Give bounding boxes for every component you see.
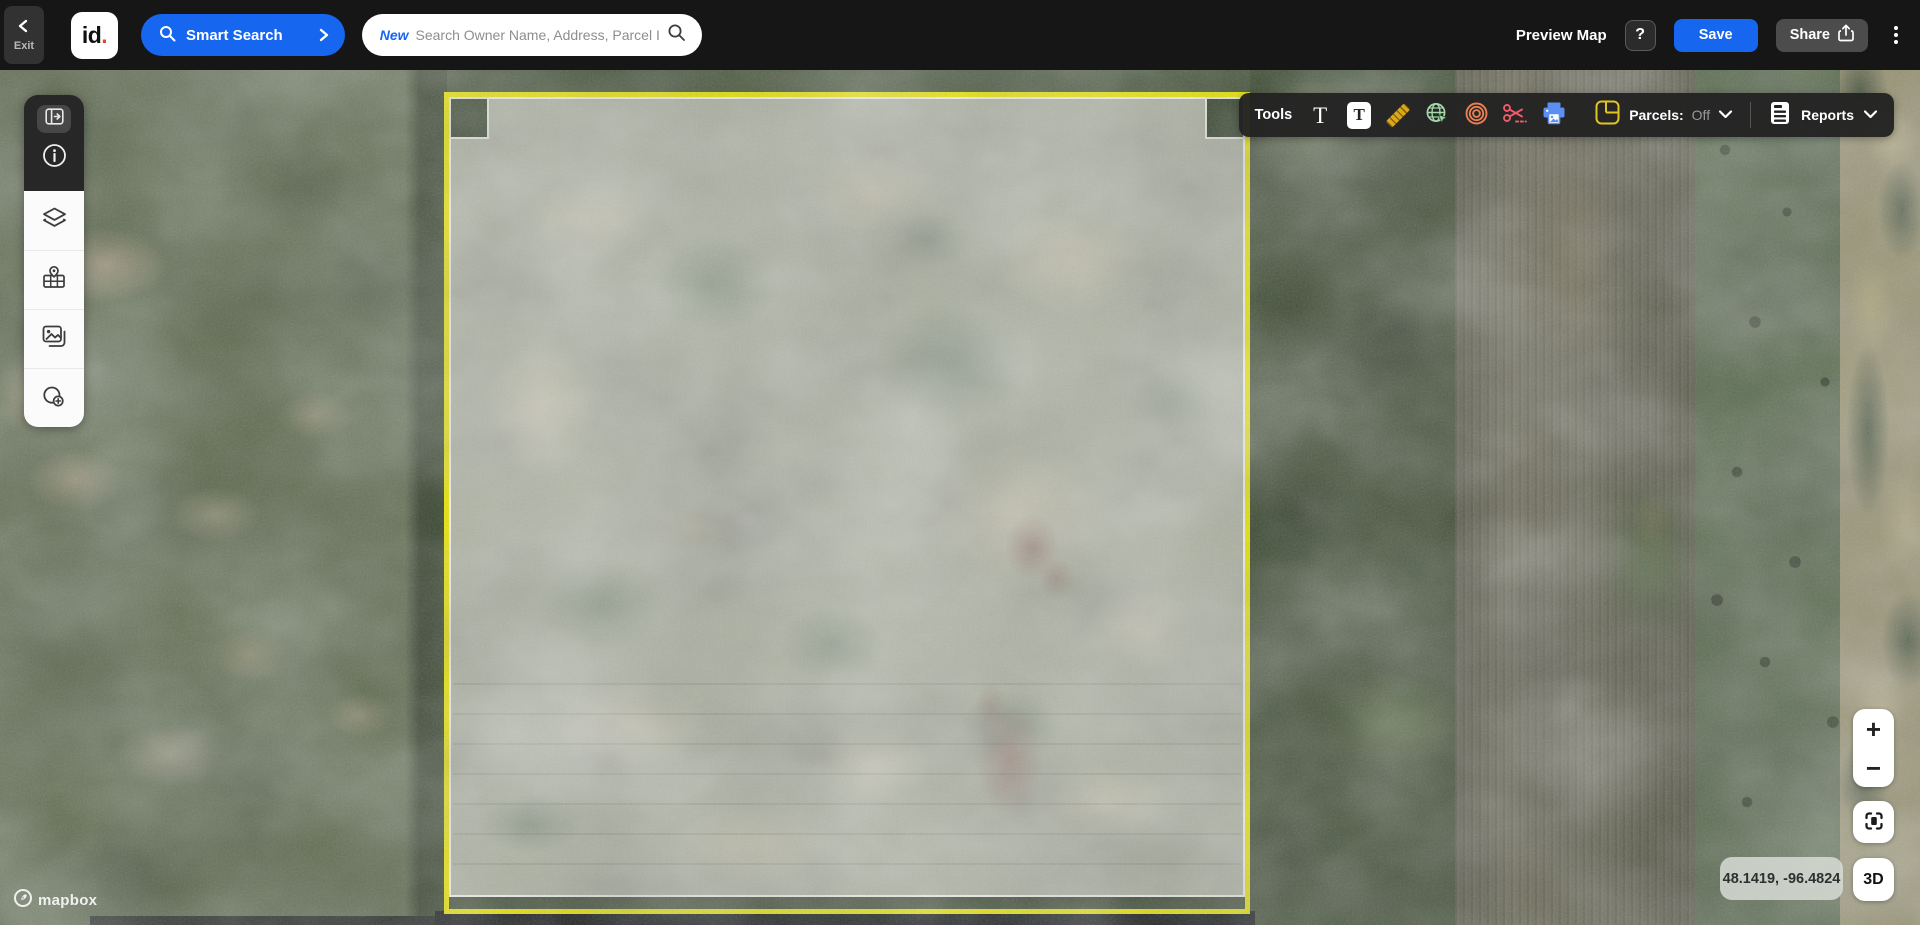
map-trees-right [1250, 0, 1458, 925]
globe-select-tool-button[interactable] [1424, 100, 1450, 130]
recenter-button[interactable] [1853, 801, 1894, 843]
text-tool-icon: T [1313, 104, 1327, 127]
sidebar-dark-section [24, 95, 84, 191]
sidebar-item-layers[interactable] [24, 191, 84, 250]
parcel-crop-rows [453, 683, 1241, 893]
3d-mode-button[interactable]: 3D [1853, 858, 1894, 901]
search-new-badge: New [380, 27, 409, 43]
toolbar-divider [1750, 102, 1751, 128]
reports-icon [1768, 100, 1792, 131]
shape-add-icon [41, 383, 67, 414]
concentric-rings-icon [1464, 101, 1489, 129]
reports-label: Reports [1801, 107, 1854, 123]
chevron-left-icon [16, 19, 32, 38]
share-button[interactable]: Share [1776, 19, 1868, 52]
text-box-tool-button[interactable]: T [1346, 100, 1372, 130]
smart-search-button[interactable]: Smart Search [141, 14, 345, 56]
share-label: Share [1790, 27, 1830, 43]
mapbox-logo-icon [14, 889, 32, 912]
search-input[interactable] [416, 27, 660, 43]
reports-dropdown[interactable]: Reports [1768, 100, 1878, 131]
measure-tool-button[interactable] [1385, 100, 1411, 130]
text-tool-button[interactable]: T [1307, 100, 1333, 130]
share-icon [1838, 24, 1854, 46]
scissors-icon [1502, 102, 1528, 129]
search-icon [159, 25, 176, 45]
zoom-out-button[interactable]: − [1853, 748, 1894, 787]
parcels-icon [1594, 99, 1621, 131]
left-sidebar [24, 95, 84, 427]
sidebar-item-info[interactable] [24, 133, 84, 183]
search-field[interactable]: New [362, 14, 702, 56]
parcel-selection-overlay [449, 97, 1245, 897]
preview-map-button[interactable]: Preview Map [1516, 27, 1607, 44]
recenter-frame-icon [1862, 809, 1886, 836]
parcel-boundary[interactable] [444, 92, 1250, 914]
radius-tool-button[interactable] [1463, 100, 1489, 130]
sidebar-item-imagery[interactable] [24, 309, 84, 368]
mapbox-wordmark: mapbox [38, 892, 97, 909]
save-button[interactable]: Save [1674, 19, 1758, 52]
chevron-down-icon [1863, 106, 1878, 124]
map-treeline-left [405, 0, 447, 925]
map-toolbar: Tools T T Parcels: Off [1239, 93, 1894, 137]
mapbox-attribution[interactable]: mapbox [14, 889, 97, 912]
printer-icon [1541, 101, 1567, 129]
smart-search-label: Smart Search [186, 27, 283, 44]
chevron-right-icon [319, 28, 329, 42]
sidebar-item-plat-map[interactable] [24, 250, 84, 309]
sidebar-light-section [24, 191, 84, 427]
text-box-icon: T [1347, 102, 1371, 129]
map-canvas[interactable] [0, 0, 1920, 925]
zoom-control: + − [1853, 709, 1894, 787]
ruler-icon [1386, 103, 1411, 128]
chevron-down-icon [1718, 106, 1733, 124]
map-grid-pin-icon [41, 265, 67, 296]
sidebar-item-toggle-panel[interactable] [37, 105, 71, 133]
tools-label: Tools [1255, 107, 1293, 123]
exit-button[interactable]: Exit [4, 6, 44, 64]
parcels-label: Parcels: [1629, 107, 1683, 123]
logo-dot: . [101, 22, 107, 49]
info-icon [42, 143, 67, 173]
top-bar: Exit id. Smart Search New Preview Map ? … [0, 0, 1920, 70]
top-bar-actions: Preview Map ? Save Share [1516, 19, 1906, 52]
coordinates-readout: 48.1419, -96.4824 [1720, 857, 1843, 900]
app-logo[interactable]: id. [71, 12, 118, 59]
image-icon [41, 324, 67, 354]
sidebar-item-draw-shape[interactable] [24, 368, 84, 427]
sidebar-expand-icon [45, 108, 64, 130]
map-grass-right [1695, 0, 1845, 925]
parcel-cutout-top-left [449, 97, 489, 139]
more-options-button[interactable] [1886, 20, 1906, 51]
print-tool-button[interactable] [1541, 100, 1567, 130]
parcels-state: Off [1692, 107, 1710, 123]
search-icon[interactable] [667, 23, 686, 47]
layers-icon [41, 206, 68, 236]
logo-text: id [82, 22, 101, 49]
globe-cursor-icon [1424, 101, 1450, 130]
parcels-toggle-dropdown[interactable]: Parcels: Off [1594, 99, 1733, 131]
cut-tool-button[interactable] [1502, 100, 1528, 130]
exit-label: Exit [14, 40, 34, 52]
map-tilled-field-right [1455, 0, 1697, 925]
help-button[interactable]: ? [1625, 20, 1656, 51]
zoom-in-button[interactable]: + [1853, 709, 1894, 748]
